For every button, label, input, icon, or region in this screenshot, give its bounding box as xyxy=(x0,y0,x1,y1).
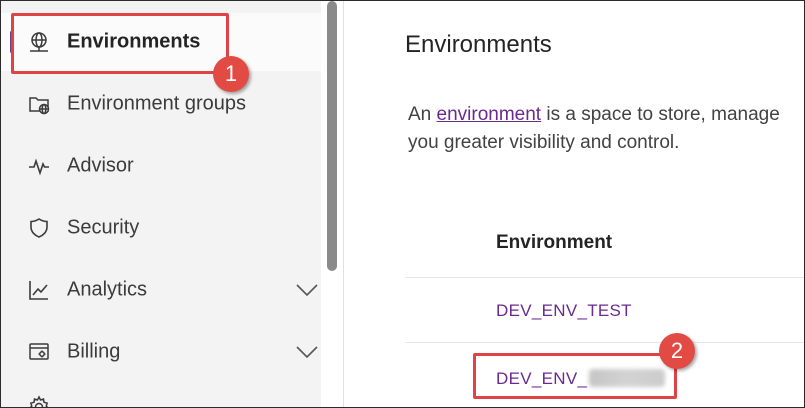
description-prefix: An xyxy=(408,104,437,125)
page-description: An environment is a space to store, mana… xyxy=(408,101,780,157)
gear-icon xyxy=(27,395,51,407)
sidebar-item-advisor[interactable]: Advisor xyxy=(1,137,321,195)
step-badge-2: 2 xyxy=(659,333,695,369)
sidebar-item-label: Security xyxy=(67,216,140,239)
sidebar-scrollbar-thumb[interactable] xyxy=(327,1,337,271)
shield-icon xyxy=(26,215,52,241)
column-header-environment[interactable]: Environment xyxy=(496,232,612,254)
sidebar-item-analytics[interactable]: Analytics xyxy=(1,261,321,319)
environment-help-link[interactable]: environment xyxy=(437,104,542,125)
chevron-down-icon[interactable] xyxy=(295,283,319,297)
billing-settings-icon xyxy=(26,339,52,365)
sidebar-item-billing[interactable]: Billing xyxy=(1,323,321,381)
sidebar-item-security[interactable]: Security xyxy=(1,199,321,257)
app-frame: Environments Environment groups Advisor xyxy=(0,0,805,408)
line-chart-icon xyxy=(26,277,52,303)
description-suffix: is a space to store, manage xyxy=(541,104,780,125)
sidebar-item-label: Analytics xyxy=(67,278,148,301)
environment-link-dev-env-test[interactable]: DEV_ENV_TEST xyxy=(496,301,632,321)
table-row-divider xyxy=(405,342,804,343)
folder-globe-icon xyxy=(26,91,52,117)
highlight-box-env-row xyxy=(473,353,677,399)
table-row-divider xyxy=(405,277,804,278)
sidebar-item-label: Advisor xyxy=(67,154,134,177)
sidebar-divider xyxy=(343,1,344,407)
sidebar-item-label: Billing xyxy=(67,340,121,363)
step-badge-1: 1 xyxy=(213,56,249,92)
chevron-down-icon[interactable] xyxy=(295,345,319,359)
description-line2: you greater visibility and control. xyxy=(408,132,680,153)
pulse-icon xyxy=(26,153,52,179)
sidebar-item-environment-groups[interactable]: Environment groups xyxy=(1,75,321,133)
highlight-box-environments xyxy=(11,13,229,74)
page-title: Environments xyxy=(405,31,552,58)
sidebar-item-label: Environment groups xyxy=(67,92,246,115)
